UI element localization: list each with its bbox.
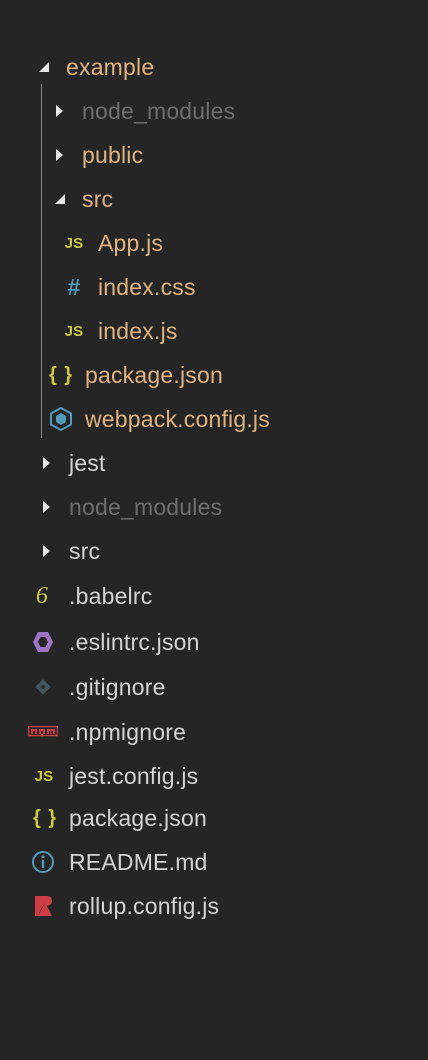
- tree-item-node-modules-folder[interactable]: node_modules: [0, 89, 428, 133]
- chevron-right-icon[interactable]: [56, 149, 63, 161]
- tree-item-label: .npmignore: [69, 718, 187, 745]
- tree-item-jest-folder[interactable]: jest: [0, 441, 428, 485]
- chevron-right-icon[interactable]: [56, 105, 63, 117]
- tree-item-example-folder[interactable]: example: [0, 45, 428, 89]
- tree-item-label: public: [82, 141, 144, 168]
- tree-item-public-folder[interactable]: public: [0, 133, 428, 177]
- tree-item-label: rollup.config.js: [69, 892, 220, 919]
- npm-icon: [28, 725, 58, 739]
- chevron-down-icon[interactable]: [39, 62, 49, 72]
- chevron-down-icon[interactable]: [55, 194, 65, 204]
- tree-item-label: jest: [69, 449, 106, 476]
- tree-item-label: jest.config.js: [69, 762, 199, 789]
- js-icon: JS: [34, 767, 54, 785]
- tree-item-label: package.json: [85, 361, 223, 388]
- tree-item-label: example: [66, 53, 155, 80]
- tree-item-label: .gitignore: [69, 673, 166, 700]
- webpack-cube-icon: [49, 407, 73, 431]
- js-icon: JS: [64, 234, 84, 252]
- tree-item-label: index.css: [98, 273, 196, 300]
- tree-item-label: node_modules: [82, 97, 236, 124]
- tree-item-app-js[interactable]: JS App.js: [0, 221, 428, 265]
- tree-item-label: README.md: [69, 848, 208, 875]
- hash-icon: #: [67, 273, 81, 300]
- git-icon: [33, 677, 53, 697]
- tree-item-package-json[interactable]: { } package.json: [0, 353, 428, 397]
- tree-item-readme-md[interactable]: README.md: [0, 840, 428, 884]
- tree-item-label: .eslintrc.json: [69, 628, 200, 655]
- tree-item-label: package.json: [69, 804, 207, 831]
- js-icon: JS: [64, 322, 84, 340]
- chevron-right-icon[interactable]: [43, 501, 50, 513]
- chevron-right-icon[interactable]: [43, 457, 50, 469]
- tree-item-label: .babelrc: [69, 582, 153, 609]
- tree-item-node-modules-folder[interactable]: node_modules: [0, 485, 428, 529]
- rollup-icon: [32, 894, 54, 918]
- tree-item-index-css[interactable]: # index.css: [0, 265, 428, 309]
- tree-item-babelrc[interactable]: 6 .babelrc: [0, 574, 428, 618]
- info-icon: [31, 850, 55, 874]
- chevron-right-icon[interactable]: [43, 545, 50, 557]
- tree-item-label: index.js: [98, 317, 178, 344]
- tree-item-label: App.js: [98, 229, 164, 256]
- file-explorer-tree: example node_modules public src JS App.j…: [0, 0, 428, 1060]
- tree-item-src-folder[interactable]: src: [0, 177, 428, 221]
- tree-item-src-folder[interactable]: src: [0, 529, 428, 573]
- tree-item-label: node_modules: [69, 493, 223, 520]
- tree-item-gitignore[interactable]: .gitignore: [0, 665, 428, 709]
- tree-item-rollup-config-js[interactable]: rollup.config.js: [0, 884, 428, 928]
- tree-item-label: src: [69, 537, 101, 564]
- braces-icon: { }: [48, 363, 74, 386]
- eslint-icon: [31, 630, 55, 654]
- tree-item-label: webpack.config.js: [85, 405, 270, 432]
- tree-item-package-json[interactable]: { } package.json: [0, 796, 428, 840]
- tree-item-label: src: [82, 185, 114, 212]
- babel-icon: 6: [35, 582, 49, 609]
- tree-item-webpack-config-js[interactable]: webpack.config.js: [0, 397, 428, 441]
- tree-item-index-js[interactable]: JS index.js: [0, 309, 428, 353]
- braces-icon: { }: [32, 806, 58, 829]
- tree-item-npmignore[interactable]: .npmignore: [0, 710, 428, 754]
- tree-item-jest-config-js[interactable]: JS jest.config.js: [0, 754, 428, 798]
- tree-item-eslintrc-json[interactable]: .eslintrc.json: [0, 620, 428, 664]
